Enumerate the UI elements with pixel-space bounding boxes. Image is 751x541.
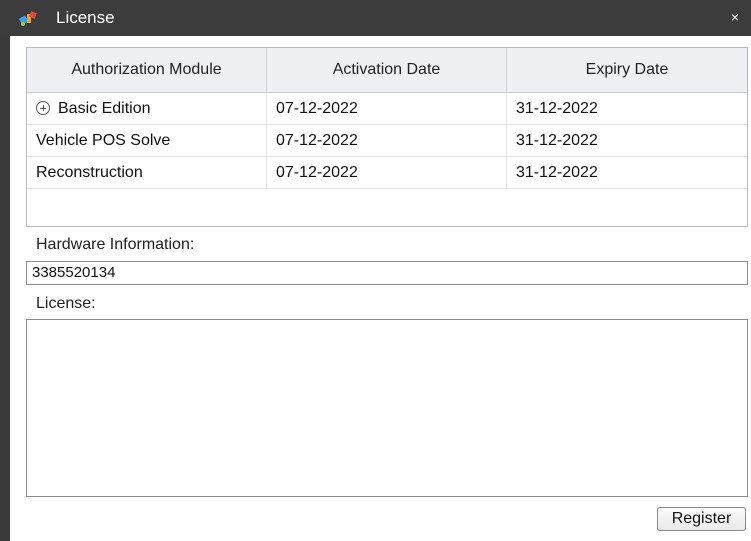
license-dialog: License × Authorization Module Activatio… xyxy=(0,0,751,541)
column-header-activation[interactable]: Activation Date xyxy=(267,48,507,92)
hardware-info-label: Hardware Information: xyxy=(36,236,195,253)
expiry-date-cell: 31-12-2022 xyxy=(516,132,598,149)
license-label: License: xyxy=(36,295,96,312)
window-title: License xyxy=(56,8,115,27)
table-row[interactable]: Reconstruction 07-12-2022 31-12-2022 xyxy=(27,157,747,189)
activation-date-cell: 07-12-2022 xyxy=(267,93,507,124)
activation-date-cell: 07-12-2022 xyxy=(267,157,507,188)
module-name: Basic Edition xyxy=(58,100,151,117)
column-header-module[interactable]: Authorization Module xyxy=(27,48,267,92)
column-header-expiry[interactable]: Expiry Date xyxy=(507,48,747,92)
window-left-edge xyxy=(0,0,10,541)
module-cell: Reconstruction xyxy=(27,157,267,188)
module-cell: Basic Edition xyxy=(27,93,267,124)
table-row[interactable]: Vehicle POS Solve 07-12-2022 31-12-2022 xyxy=(27,125,747,157)
module-cell: Vehicle POS Solve xyxy=(27,125,267,156)
app-satellite-icon xyxy=(18,11,37,26)
close-icon[interactable]: × xyxy=(731,9,739,25)
title-bar[interactable]: License × xyxy=(0,0,751,36)
table-row[interactable]: Basic Edition 07-12-2022 31-12-2022 xyxy=(27,93,747,125)
expiry-date-cell: 31-12-2022 xyxy=(516,100,598,117)
close-button[interactable]: × xyxy=(727,9,743,25)
expand-plus-icon[interactable] xyxy=(36,101,50,115)
license-textarea[interactable] xyxy=(26,319,748,497)
table-header: Authorization Module Activation Date Exp… xyxy=(27,48,747,93)
activation-date-cell: 07-12-2022 xyxy=(267,125,507,156)
expiry-date-cell: 31-12-2022 xyxy=(516,164,598,181)
authorization-table: Authorization Module Activation Date Exp… xyxy=(26,47,748,227)
register-button[interactable]: Register xyxy=(657,507,746,531)
hardware-info-field[interactable]: 3385520134 xyxy=(26,261,748,285)
